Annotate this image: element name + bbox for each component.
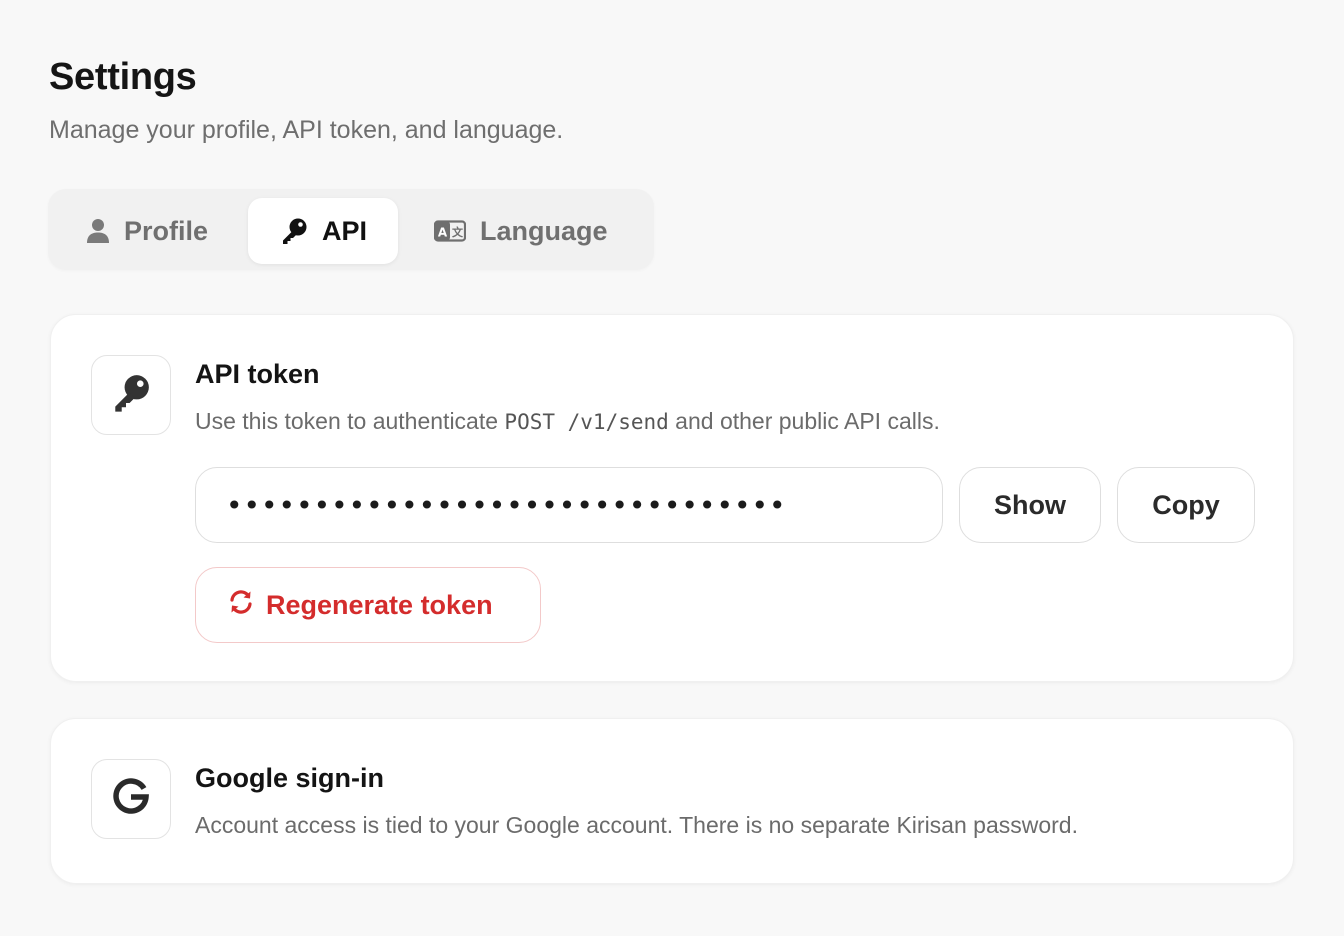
page-subtitle: Manage your profile, API token, and lang… <box>49 116 564 144</box>
page-title: Settings <box>49 56 197 98</box>
google-signin-description: Account access is tied to your Google ac… <box>195 812 1078 838</box>
api-desc-prefix: Use this token to authenticate <box>195 408 505 434</box>
tab-language-label: Language <box>480 215 608 246</box>
tab-api-label: API <box>322 215 368 246</box>
show-token-button[interactable]: Show <box>959 467 1101 543</box>
google-icon-box <box>91 759 171 839</box>
tab-profile[interactable]: Profile <box>86 198 208 264</box>
google-g-icon <box>111 777 151 822</box>
api-token-card: API token Use this token to authenticate… <box>50 314 1294 682</box>
svg-text:文: 文 <box>452 225 464 239</box>
google-signin-title: Google sign-in <box>195 763 384 793</box>
api-token-description: Use this token to authenticate POST /v1/… <box>195 408 940 435</box>
translate-icon: A 文 <box>434 220 466 242</box>
copy-token-button[interactable]: Copy <box>1117 467 1255 543</box>
settings-page: Settings Manage your profile, API token,… <box>0 0 1344 936</box>
tab-language[interactable]: A 文 Language <box>434 198 608 264</box>
api-endpoint-code: POST /v1/send <box>504 410 669 434</box>
tab-profile-label: Profile <box>124 215 209 246</box>
google-signin-card: Google sign-in Account access is tied to… <box>50 718 1294 884</box>
refresh-icon <box>228 589 254 622</box>
settings-tabs: Profile API A 文 Language <box>48 189 654 270</box>
key-icon <box>280 217 308 245</box>
regenerate-token-label: Regenerate token <box>266 589 493 620</box>
api-token-icon-box <box>91 355 171 435</box>
key-icon <box>111 373 151 418</box>
person-icon <box>86 218 110 244</box>
tab-api[interactable]: API <box>248 198 398 264</box>
regenerate-token-button[interactable]: Regenerate token <box>195 567 541 643</box>
api-token-title: API token <box>195 359 320 389</box>
svg-text:A: A <box>438 225 448 239</box>
api-desc-suffix: and other public API calls. <box>668 408 940 434</box>
api-token-field[interactable] <box>195 467 943 543</box>
